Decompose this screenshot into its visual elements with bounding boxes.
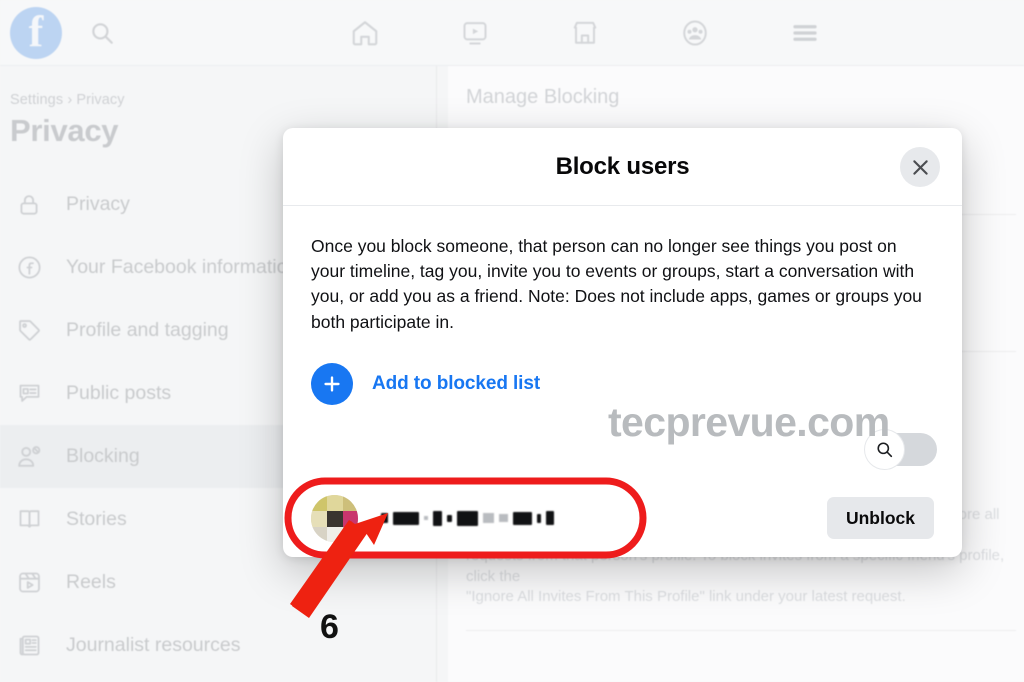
sidebar-item-reels[interactable]: Reels: [0, 551, 436, 614]
modal-header: Block users: [283, 128, 962, 206]
comment-icon: [12, 377, 46, 411]
video-icon[interactable]: [420, 4, 530, 62]
facebook-logo[interactable]: f: [10, 6, 62, 59]
user-avatar[interactable]: [311, 494, 358, 542]
content-heading: Manage Blocking: [466, 86, 620, 108]
search-input[interactable]: [865, 430, 937, 469]
marketplace-icon[interactable]: [530, 4, 640, 62]
tag-icon: [12, 314, 46, 348]
sidebar-item-reaction-preferences[interactable]: Reaction preferences: [0, 677, 436, 682]
screen: f Settings › Privacy Privacy Privacy You…: [0, 0, 1024, 682]
top-navigation-bar: f: [0, 0, 1024, 66]
facebook-logo-glyph: f: [28, 6, 44, 56]
search-icon: [865, 430, 904, 469]
blocked-user-name: [381, 510, 827, 526]
top-nav-icons: [310, 0, 860, 66]
plus-icon: [311, 362, 353, 405]
search-icon[interactable]: [74, 5, 130, 61]
sidebar-item-label: Privacy: [66, 193, 130, 215]
user-block-icon: [12, 440, 46, 474]
divider: [466, 629, 1016, 631]
modal-body: Once you block someone, that person can …: [283, 206, 962, 405]
lock-icon: [12, 188, 46, 222]
sidebar-item-label: Blocking: [66, 445, 140, 467]
modal-title: Block users: [555, 152, 690, 180]
add-to-blocked-list-label: Add to blocked list: [372, 372, 541, 394]
unblock-button[interactable]: Unblock: [826, 497, 934, 539]
block-users-modal: Block users Once you block someone, that…: [283, 128, 962, 557]
breadcrumb[interactable]: Settings › Privacy: [10, 92, 436, 108]
sidebar-item-label: Profile and tagging: [66, 319, 229, 341]
modal-description: Once you block someone, that person can …: [311, 236, 922, 332]
sidebar-item-label: Journalist resources: [66, 634, 241, 656]
home-icon[interactable]: [310, 4, 420, 62]
sidebar-item-label: Reels: [66, 571, 116, 593]
reels-icon: [12, 566, 46, 600]
step-number: 6: [320, 608, 339, 646]
blocked-user-row[interactable]: Unblock: [283, 480, 962, 556]
sidebar-item-label: Your Facebook information: [66, 256, 299, 278]
book-icon: [12, 503, 46, 537]
menu-icon[interactable]: [750, 4, 860, 62]
sidebar-item-journalist-resources[interactable]: Journalist resources: [0, 614, 436, 677]
news-icon: [12, 629, 46, 663]
close-icon[interactable]: [900, 147, 940, 187]
sidebar-item-label: Stories: [66, 508, 127, 530]
groups-icon[interactable]: [640, 4, 750, 62]
sidebar-item-label: Public posts: [66, 382, 172, 404]
facebook-circle-icon: [12, 251, 46, 285]
add-to-blocked-list-button[interactable]: Add to blocked list: [311, 362, 934, 405]
